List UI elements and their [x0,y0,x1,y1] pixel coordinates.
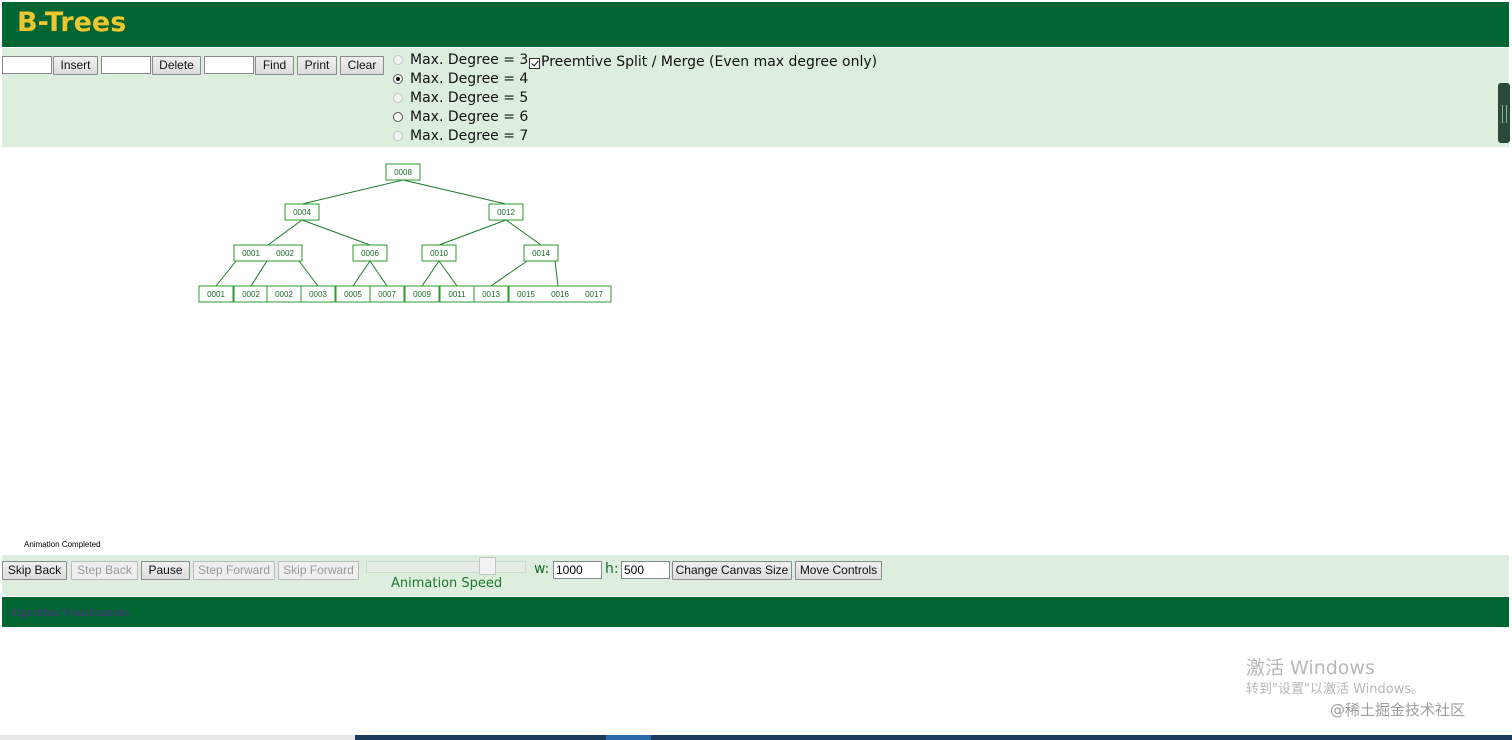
max-degree-radio[interactable] [393,74,403,84]
tree-edge [267,219,303,246]
tree-node: 0002 [233,285,269,303]
app-footer: Algorithm Visualizations [2,597,1509,627]
preemptive-checkbox[interactable] [529,58,540,69]
pause-button[interactable]: Pause [141,561,190,580]
max-degree-radio [393,93,403,103]
tree-edge [301,179,404,205]
tree-node: 0012 [488,203,524,221]
tree-node-key: 0005 [344,290,362,299]
tree-edge [352,260,371,287]
canvas-width-input[interactable] [553,561,602,579]
tree-node-key: 0002 [242,290,260,299]
animation-speed-label: Animation Speed [391,576,503,591]
tree-edge [369,260,388,287]
max-degree-radio[interactable] [393,112,403,122]
tree-node-key: 0013 [482,290,500,299]
tree-node: 0001 [198,285,234,303]
tree-node-key: 0001 [207,290,225,299]
max-degree-radio [393,55,403,65]
skip-forward-button[interactable]: Skip Forward [278,561,359,580]
find-button[interactable]: Find [255,56,294,75]
animation-speed-slider[interactable] [366,561,526,573]
insert-button[interactable]: Insert [53,56,98,75]
max-degree-label: Max. Degree = 3 [410,52,529,68]
tree-edge [490,260,528,287]
print-button[interactable]: Print [297,56,337,75]
taskbar [0,735,1512,740]
insert-input[interactable] [2,56,52,74]
max-degree-label: Max. Degree = 4 [410,71,529,87]
tree-node: 0004 [284,203,320,221]
juejin-watermark: @稀土掘金技术社区 [1330,701,1466,719]
page-title: B-Trees [17,7,127,38]
tree-node: 0014 [523,244,559,262]
activate-windows-title: 激活 Windows [1246,657,1375,679]
preemptive-label: Preemtive Split / Merge (Even max degree… [541,54,878,70]
tree-node: 0003 [300,285,336,303]
tree-edge [505,219,542,246]
animation-speed-thumb[interactable] [479,557,496,575]
tree-edge [554,260,559,287]
clear-button[interactable]: Clear [340,56,384,75]
tree-node: 0006 [352,244,388,262]
activate-windows-hint: 转到"设置"以激活 Windows。 [1246,682,1425,697]
app-header: B-Trees [2,2,1509,47]
tree-node-key: 0007 [378,290,396,299]
tree-node-key: 0016 [551,290,569,299]
tree-node-key: 0011 [448,290,466,299]
skip-back-button[interactable]: Skip Back [2,561,67,580]
tree-node-key: 0014 [532,249,550,258]
tree-edge [250,260,268,287]
tree-node: 0009 [404,285,440,303]
tree-node: 0008 [385,163,421,181]
tree-node: 0007 [369,285,405,303]
tree-node: 0010 [421,244,457,262]
step-back-button[interactable]: Step Back [71,561,138,580]
tree-node-key: 0002 [275,290,293,299]
delete-input[interactable] [101,56,151,74]
canvas-height-input[interactable] [621,561,670,579]
tree-node: 0015 0016 0017 [508,285,612,303]
height-label: h: [605,561,619,577]
step-forward-button[interactable]: Step Forward [193,561,275,580]
tree-node: 0011 [439,285,475,303]
max-degree-label: Max. Degree = 7 [410,128,529,144]
tree-node-key: 0010 [430,249,448,258]
btree-canvas: 0008 0004 0012 0001 0002 0006 0010 0014 0001 0002… [198,163,612,303]
tree-node: 0001 0002 [233,244,303,262]
tree-edge [301,219,371,246]
status-text: Animation Completed [24,540,101,549]
tree-edge [438,219,507,246]
tree-node-key: 0001 [242,249,260,258]
tree-node-key: 0009 [413,290,431,299]
tree-edge [215,260,237,287]
tree-node-key: 0012 [497,208,515,217]
tree-node-key: 0008 [394,168,412,177]
scrollbar-thumb[interactable] [1498,83,1510,143]
tree-node-key: 0002 [276,249,294,258]
taskbar-search[interactable] [0,735,355,740]
tree-edge [402,179,507,205]
width-label: w: [534,561,550,577]
tree-edge [438,260,458,287]
find-input[interactable] [204,56,254,74]
tree-node: 0005 [335,285,371,303]
tree-node: 0002 [266,285,302,303]
tree-node-key: 0006 [361,249,379,258]
delete-button[interactable]: Delete [152,56,201,75]
tree-node: 0013 [473,285,509,303]
tree-edge [421,260,440,287]
tree-node-key: 0004 [293,208,311,217]
max-degree-radio [393,131,403,141]
tree-node-key: 0003 [309,290,327,299]
taskbar-active-app[interactable] [606,735,651,740]
max-degree-label: Max. Degree = 6 [410,109,529,125]
move-controls-button[interactable]: Move Controls [795,561,882,580]
tree-edge [298,260,319,287]
tree-node-key: 0015 [517,290,535,299]
change-canvas-size-button[interactable]: Change Canvas Size [672,561,792,580]
algorithm-visualizations-link[interactable]: Algorithm Visualizations [9,605,130,620]
tree-node-key: 0017 [585,290,603,299]
max-degree-label: Max. Degree = 5 [410,90,529,106]
